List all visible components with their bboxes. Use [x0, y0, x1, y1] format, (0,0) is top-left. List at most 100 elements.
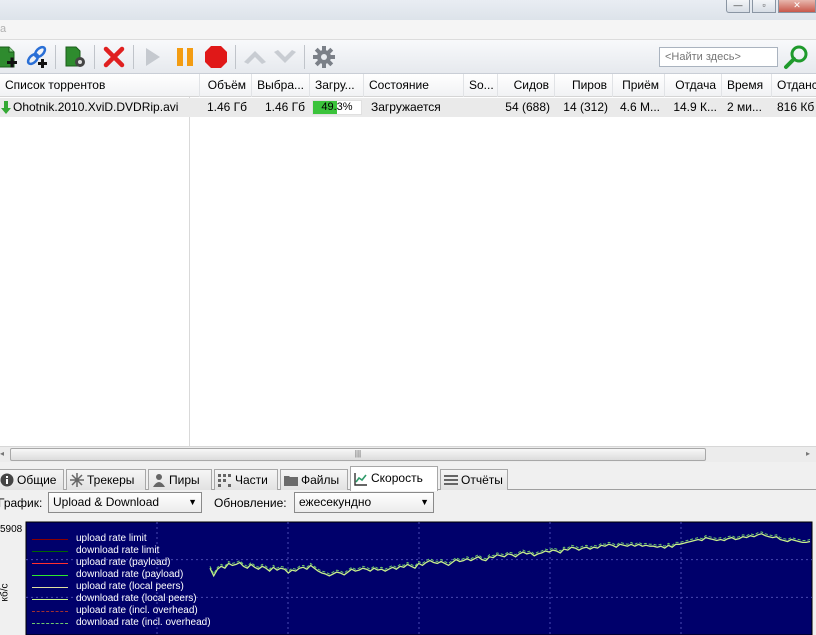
graph-type-select[interactable]: Upload & Download ▼ [48, 492, 202, 513]
close-button[interactable]: ✕ [778, 0, 816, 13]
toolbar-separator [304, 45, 305, 69]
legend-item: download rate (incl. overhead) [32, 617, 232, 629]
tab-label: Файлы [301, 473, 340, 487]
torrent-upload-speed: 14.9 К... [673, 100, 717, 114]
speed-chart-icon [354, 473, 367, 486]
tab-general[interactable]: Общие [0, 469, 64, 490]
torrent-selected-size: 1.46 Гб [264, 100, 305, 114]
trackers-icon [70, 473, 84, 487]
tab-label: Части [235, 473, 268, 487]
logs-icon [444, 475, 458, 485]
legend-label: upload rate limit [76, 533, 147, 544]
search-input[interactable] [659, 47, 778, 67]
search-icon [784, 45, 808, 69]
legend-item: download rate limit [32, 545, 232, 557]
legend-item: upload rate (local peers) [32, 581, 232, 593]
move-up-button[interactable] [242, 44, 268, 70]
scroll-left-icon[interactable]: ◂ [0, 449, 4, 458]
column-header-status[interactable]: Состояние [364, 74, 464, 97]
legend-label: upload rate (incl. overhead) [76, 605, 198, 616]
tab-label: Скорость [371, 471, 423, 485]
settings-icon [313, 46, 335, 68]
create-torrent-icon [65, 46, 85, 67]
tab-speed[interactable]: Скорость [350, 466, 438, 491]
tab-files[interactable]: Файлы [280, 469, 348, 490]
column-header-seeds[interactable]: Сидов [498, 74, 555, 97]
remove-button[interactable] [101, 44, 127, 70]
column-header-done[interactable]: Загру... [310, 74, 364, 97]
horizontal-scrollbar[interactable]: ◂ ||| ▸ [0, 446, 816, 462]
legend-label: download rate (local peers) [76, 593, 197, 604]
add-link-button[interactable] [24, 44, 50, 70]
legend-label: download rate (incl. overhead) [76, 617, 211, 628]
create-torrent-button[interactable] [62, 44, 88, 70]
graph-type-label: График: [0, 496, 43, 510]
minimize-button[interactable]: — [726, 0, 750, 13]
pause-button[interactable] [172, 44, 198, 70]
scrollbar-thumb[interactable]: ||| [10, 448, 706, 461]
torrent-peers: 14 (312) [563, 100, 608, 114]
legend-swatch [32, 551, 68, 552]
legend-label: upload rate (payload) [76, 557, 171, 568]
legend-swatch [32, 623, 68, 624]
column-header-upload-speed[interactable]: Отдача [665, 74, 722, 97]
column-header-eta[interactable]: Время [722, 74, 772, 97]
stop-icon [205, 46, 227, 68]
graph-type-value: Upload & Download [53, 495, 160, 509]
legend-item: upload rate (payload) [32, 557, 232, 569]
legend-label: download rate limit [76, 545, 160, 556]
torrent-download-speed: 4.6 М... [619, 100, 660, 114]
torrent-uploaded: 816 Кб [777, 100, 815, 114]
menu-item-help[interactable]: а [0, 23, 6, 35]
tab-pieces[interactable]: Части [214, 469, 278, 490]
torrent-status: Загружается [371, 100, 441, 114]
peers-icon [153, 474, 165, 487]
tab-label: Трекеры [87, 473, 135, 487]
scroll-right-icon[interactable]: ▸ [806, 449, 810, 458]
title-bar: — ▫ ✕ [0, 0, 816, 20]
legend-swatch [32, 575, 68, 576]
settings-button[interactable] [311, 44, 337, 70]
tab-logs[interactable]: Отчёты [440, 469, 508, 490]
toolbar [0, 40, 816, 74]
update-interval-select[interactable]: ежесекундно ▼ [294, 492, 434, 513]
toolbar-separator [55, 45, 56, 69]
category-pane [0, 74, 190, 446]
tab-peers[interactable]: Пиры [148, 469, 212, 490]
legend-item: download rate (payload) [32, 569, 232, 581]
column-header-uploaded[interactable]: Отданс [772, 74, 816, 97]
torrent-list: Список торрентов Объём Выбра... Загру...… [0, 74, 816, 446]
toolbar-separator [94, 45, 95, 69]
torrent-seeds: 54 (688) [505, 100, 550, 114]
list-header: Список торрентов Объём Выбра... Загру...… [0, 74, 816, 97]
chevron-down-icon: ▼ [420, 497, 429, 507]
column-header-name[interactable]: Список торрентов [0, 74, 200, 97]
move-down-button[interactable] [272, 44, 298, 70]
start-button[interactable] [139, 44, 165, 70]
add-torrent-button[interactable] [0, 44, 20, 70]
add-torrent-icon [0, 46, 17, 68]
menu-bar: а [0, 20, 816, 40]
column-header-size[interactable]: Объём [200, 74, 252, 97]
column-header-download-speed[interactable]: Приём [613, 74, 665, 97]
tab-trackers[interactable]: Трекеры [66, 469, 146, 490]
column-header-source[interactable]: So... [464, 74, 498, 97]
torrent-row[interactable]: Ohotnik.2010.XviD.DVDRip.avi 1.46 Гб 1.4… [0, 98, 816, 117]
update-interval-value: ежесекундно [299, 495, 372, 509]
stop-button[interactable] [203, 44, 229, 70]
maximize-button[interactable]: ▫ [752, 0, 776, 13]
legend-item: upload rate (incl. overhead) [32, 605, 232, 617]
torrent-source [464, 98, 498, 117]
graph-options: График: Upload & Download ▼ Обновление: … [0, 490, 816, 515]
add-link-icon [26, 45, 47, 68]
legend-swatch [32, 587, 68, 588]
tab-label: Отчёты [461, 473, 503, 487]
toolbar-separator [133, 45, 134, 69]
search-button[interactable] [782, 44, 810, 70]
chevron-down-icon: ▼ [188, 497, 197, 507]
legend-swatch [32, 563, 68, 564]
tab-label: Пиры [169, 473, 200, 487]
column-header-peers[interactable]: Пиров [555, 74, 613, 97]
column-header-selected[interactable]: Выбра... [252, 74, 310, 97]
detail-tabs: Общие Трекеры Пиры Части Файлы Скорость … [0, 466, 816, 491]
